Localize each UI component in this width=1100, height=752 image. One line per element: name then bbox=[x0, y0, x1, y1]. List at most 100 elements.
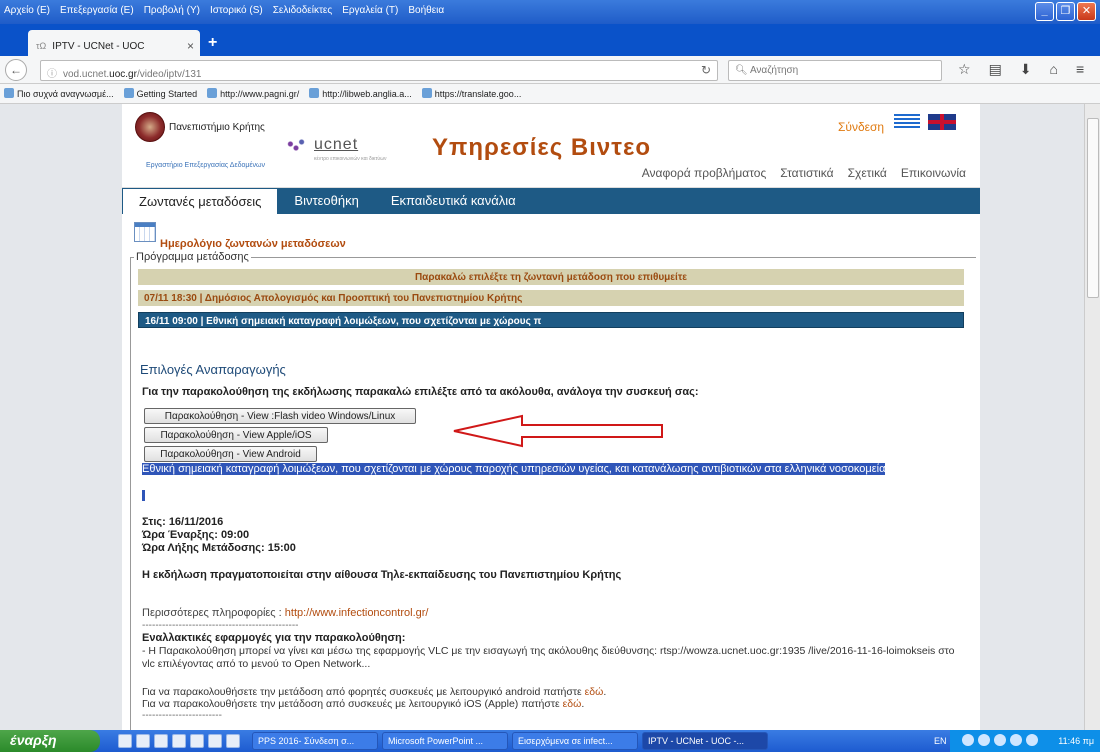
more-info: Περισσότερες πληροφορίες : http://www.in… bbox=[142, 607, 428, 619]
link-report-problem[interactable]: Αναφορά προβλήματος bbox=[642, 166, 767, 180]
login-link[interactable]: Σύνδεση bbox=[838, 120, 884, 134]
bookmark-getting-started[interactable]: Getting Started bbox=[123, 88, 198, 99]
quick-launch-icon[interactable] bbox=[226, 734, 240, 748]
menu-bookmarks[interactable]: Σελιδοδείκτες bbox=[273, 5, 332, 16]
bookmark-label: http://www.pagni.gr/ bbox=[220, 89, 300, 99]
tray-icon[interactable] bbox=[962, 734, 974, 746]
university-seal-icon bbox=[135, 112, 165, 142]
task-powerpoint-pps[interactable]: PPS 2016- Σύνδεση σ... bbox=[252, 732, 378, 750]
menu-bar: Αρχείο (Ε) Επεξεργασία (Ε) Προβολή (Υ) Ι… bbox=[0, 0, 1100, 24]
bookmark-label: http://libweb.anglia.a... bbox=[322, 89, 412, 99]
minimize-icon[interactable]: _ bbox=[1035, 2, 1054, 21]
vertical-scrollbar[interactable] bbox=[1084, 104, 1100, 730]
event-end-time: Ώρα Λήξης Μετάδοσης: 15:00 bbox=[142, 542, 296, 554]
bookmark-label: Getting Started bbox=[136, 89, 198, 99]
university-name: Πανεπιστήμιο Κρήτης bbox=[169, 122, 265, 133]
calendar-title: Ημερολόγιο ζωντανών μεταδόσεων bbox=[160, 238, 346, 250]
tab-video-library[interactable]: Βιντεοθήκη bbox=[278, 188, 374, 214]
view-apple-button[interactable]: Παρακολούθηση - View Apple/iOS bbox=[144, 427, 328, 443]
back-arrow-icon[interactable]: ← bbox=[5, 59, 27, 81]
url-host: vod.ucnet. bbox=[63, 69, 110, 80]
quick-launch-icon[interactable] bbox=[190, 734, 204, 748]
language-indicator[interactable]: EN bbox=[934, 736, 947, 746]
reading-list-icon[interactable]: ▤ bbox=[989, 61, 1002, 78]
greek-flag-icon[interactable] bbox=[894, 114, 920, 130]
search-placeholder: Αναζήτηση bbox=[749, 65, 799, 76]
home-icon[interactable]: ⌂ bbox=[1050, 61, 1058, 78]
more-info-label: Περισσότερες πληροφορίες : bbox=[142, 607, 282, 619]
alternative-apps-text: - Η Παρακολούθηση μπορεί να γίνει και μέ… bbox=[142, 645, 955, 670]
playback-options-title: Επιλογές Αναπαραγωγής bbox=[140, 362, 286, 377]
task-firefox-iptv[interactable]: IPTV - UCNet - UOC -... bbox=[642, 732, 768, 750]
menu-help[interactable]: Βοήθεια bbox=[408, 5, 444, 16]
link-statistics[interactable]: Στατιστικά bbox=[780, 166, 833, 180]
scrollbar-thumb[interactable] bbox=[1087, 118, 1099, 298]
android-here-link[interactable]: εδώ bbox=[585, 686, 604, 698]
menu-view[interactable]: Προβολή (Υ) bbox=[144, 5, 200, 16]
selected-event-title: Εθνική σημειακή καταγραφή λοιμώξεων, που… bbox=[142, 463, 942, 476]
task-powerpoint[interactable]: Microsoft PowerPoint ... bbox=[382, 732, 508, 750]
search-input[interactable]: 🔍︎ Αναζήτηση bbox=[728, 60, 942, 81]
tray-icon[interactable] bbox=[994, 734, 1006, 746]
bookmark-pagni[interactable]: http://www.pagni.gr/ bbox=[207, 88, 299, 99]
tab-educational-channels[interactable]: Εκπαιδευτικά κανάλια bbox=[375, 188, 532, 214]
firefox-icon bbox=[123, 88, 134, 98]
quick-launch-icon[interactable] bbox=[118, 734, 132, 748]
site-header: Πανεπιστήμιο Κρήτης Εργαστήριο Επεξεργασ… bbox=[122, 104, 980, 188]
menu-tools[interactable]: Εργαλεία (Τ) bbox=[342, 5, 398, 16]
calendar-icon bbox=[134, 222, 156, 242]
new-tab-button[interactable]: + bbox=[208, 34, 217, 52]
tab-close-icon[interactable]: × bbox=[187, 39, 194, 53]
quick-launch-icon[interactable] bbox=[136, 734, 150, 748]
bookmark-most-visited[interactable]: Πιο συχνά αναγνωσμέ... bbox=[4, 88, 114, 99]
alternative-apps-title: Εναλλακτικές εφαρμογές για την παρακολού… bbox=[142, 632, 406, 644]
quick-launch-icon[interactable] bbox=[154, 734, 168, 748]
tray-icon[interactable] bbox=[1026, 734, 1038, 746]
info-icon[interactable]: ⓘ bbox=[47, 69, 57, 80]
quick-launch-icon[interactable] bbox=[172, 734, 186, 748]
task-inbox[interactable]: Εισερχόμενα σε infect... bbox=[512, 732, 638, 750]
bookmarks-toolbar: Πιο συχνά αναγνωσμέ... Getting Started h… bbox=[0, 84, 1100, 104]
content-viewport: Πανεπιστήμιο Κρήτης Εργαστήριο Επεξεργασ… bbox=[0, 104, 1100, 730]
site-title: Υπηρεσίες Βιντεο bbox=[432, 134, 652, 161]
event-row[interactable]: 07/11 18:30 | Δημόσιος Απολογισμός και Π… bbox=[138, 290, 964, 306]
maximize-icon[interactable]: ❐ bbox=[1056, 2, 1075, 21]
star-bookmark-icon[interactable]: ☆ bbox=[958, 61, 971, 78]
bookmark-translate[interactable]: https://translate.goo... bbox=[421, 88, 521, 99]
text-cursor bbox=[142, 490, 145, 501]
globe-icon bbox=[207, 88, 218, 98]
close-window-icon[interactable]: ✕ bbox=[1077, 2, 1096, 21]
menu-file[interactable]: Αρχείο (Ε) bbox=[4, 5, 50, 16]
reload-icon[interactable]: ↻ bbox=[701, 63, 711, 77]
favicon-icon: τΩ bbox=[36, 41, 47, 51]
tab-iptv[interactable]: τΩ IPTV - UCNet - UOC × bbox=[28, 30, 200, 56]
android-instructions: Για να παρακολουθήσετε την μετάδοση από … bbox=[142, 686, 607, 698]
link-about[interactable]: Σχετικά bbox=[848, 166, 887, 180]
bookmark-libweb[interactable]: http://libweb.anglia.a... bbox=[309, 88, 412, 99]
tray-icon[interactable] bbox=[978, 734, 990, 746]
menu-edit[interactable]: Επεξεργασία (Ε) bbox=[60, 5, 134, 16]
url-bar[interactable]: ⓘ vod.ucnet.uoc.gr/video/iptv/131 ↻ bbox=[40, 60, 718, 81]
start-label: έναρξη bbox=[10, 732, 57, 748]
hamburger-menu-icon[interactable]: ≡ bbox=[1076, 61, 1084, 78]
view-android-button[interactable]: Παρακολούθηση - View Android bbox=[144, 446, 317, 462]
site-nav: Ζωντανές μεταδόσεις Βιντεοθήκη Εκπαιδευτ… bbox=[122, 188, 980, 214]
tray-icon[interactable] bbox=[1010, 734, 1022, 746]
uk-flag-icon[interactable] bbox=[928, 114, 956, 130]
download-icon[interactable]: ⬇ bbox=[1020, 61, 1032, 78]
menu-history[interactable]: Ιστορικό (S) bbox=[210, 5, 263, 16]
more-info-link[interactable]: http://www.infectioncontrol.gr/ bbox=[285, 607, 429, 619]
ucnet-logo-icon bbox=[282, 134, 310, 154]
page-icon bbox=[309, 88, 320, 98]
quick-launch-icon[interactable] bbox=[208, 734, 222, 748]
start-button[interactable]: έναρξη bbox=[0, 730, 100, 752]
view-flash-button[interactable]: Παρακολούθηση - View :Flash video Window… bbox=[144, 408, 416, 424]
ios-here-link[interactable]: εδώ bbox=[563, 698, 582, 710]
schedule-legend: Πρόγραμμα μετάδοσης bbox=[134, 251, 251, 263]
tab-live-broadcasts[interactable]: Ζωντανές μεταδόσεις bbox=[122, 188, 279, 214]
tab-strip: τΩ IPTV - UCNet - UOC × + bbox=[0, 24, 1100, 56]
event-row-selected[interactable]: 16/11 09:00 | Εθνική σημειακή καταγραφή … bbox=[138, 312, 964, 328]
taskbar: έναρξη PPS 2016- Σύνδεση σ... Microsoft … bbox=[0, 730, 1100, 752]
link-contact[interactable]: Επικοινωνία bbox=[901, 166, 966, 180]
bookmark-label: Πιο συχνά αναγνωσμέ... bbox=[17, 89, 114, 99]
